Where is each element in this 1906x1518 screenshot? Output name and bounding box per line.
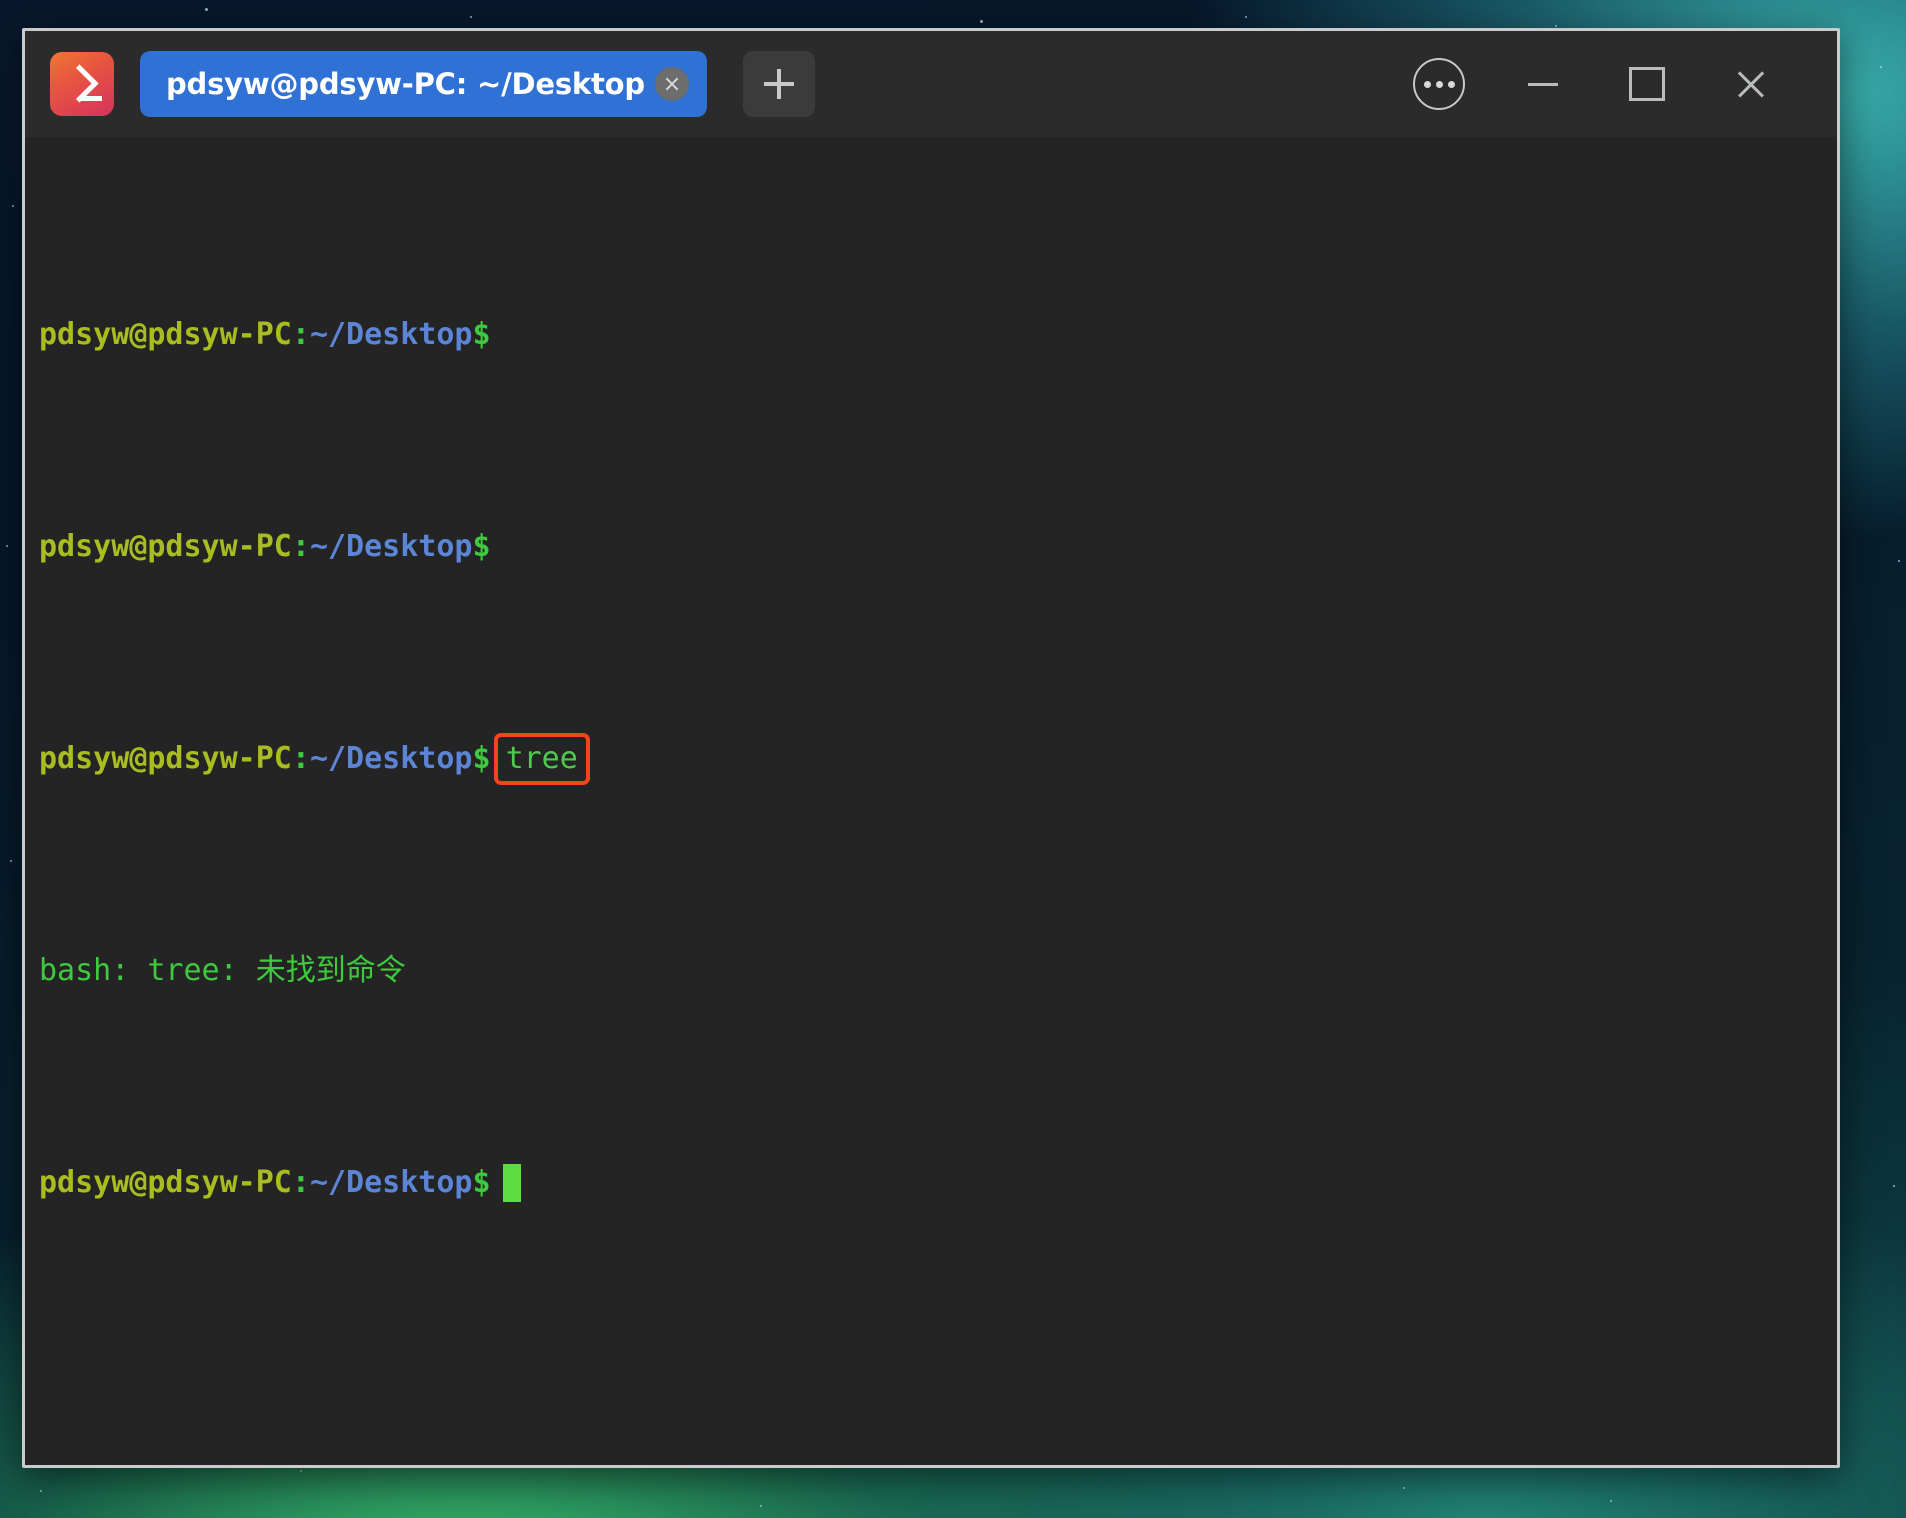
terminal-output-area[interactable]: pdsyw@pdsyw-PC: ~/Desktop $ pdsyw@pdsyw-PC… [25,137,1837,1465]
terminal-window: pdsyw@pdsyw-PC: ~/Desktop pdsyw@pdsyw-PC… [22,28,1840,1468]
prompt-userhost: pdsyw@pdsyw-PC [39,317,292,352]
tab-terminal-session[interactable]: pdsyw@pdsyw-PC: ~/Desktop [140,51,707,117]
new-tab-button[interactable] [742,51,815,117]
tab-title: pdsyw@pdsyw-PC: ~/Desktop [166,67,645,101]
menu-button[interactable] [1387,36,1491,132]
close-icon [1734,67,1768,101]
prompt-symbol: $ [472,1165,491,1200]
underscore-glyph [80,96,102,101]
prompt-colon: : [291,1165,310,1200]
minimize-button[interactable] [1491,36,1595,132]
close-button[interactable] [1699,36,1803,132]
maximize-button[interactable] [1595,36,1699,132]
window-titlebar[interactable]: pdsyw@pdsyw-PC: ~/Desktop [25,31,1837,137]
maximize-icon [1629,67,1665,101]
command-not-found-message: bash: tree: 未找到命令 [39,953,406,988]
terminal-line: pdsyw@pdsyw-PC: ~/Desktop $ [39,520,1837,573]
terminal-line-command: pdsyw@pdsyw-PC: ~/Desktop $ tree [39,732,1837,785]
prompt-userhost: pdsyw@pdsyw-PC [39,1165,292,1200]
prompt-userhost: pdsyw@pdsyw-PC [39,741,292,776]
prompt-path: ~/Desktop [309,529,473,564]
prompt-userhost: pdsyw@pdsyw-PC [39,529,292,564]
terminal-line-output: bash: tree: 未找到命令 [39,944,1837,997]
prompt-symbol: $ [472,529,491,564]
terminal-line: pdsyw@pdsyw-PC: ~/Desktop $ [39,308,1837,361]
more-options-icon [1413,58,1465,110]
prompt-path: ~/Desktop [309,741,473,776]
prompt-colon: : [291,741,310,776]
prompt-path: ~/Desktop [309,1165,473,1200]
prompt-symbol: $ [472,317,491,352]
terminal-prompt-icon [50,52,114,116]
terminal-line-active-prompt: pdsyw@pdsyw-PC: ~/Desktop $ [39,1156,1837,1209]
entered-command-highlight: tree [493,732,590,785]
window-controls [1387,36,1837,132]
text-cursor [502,1163,521,1202]
minimize-icon [1528,82,1558,86]
prompt-path: ~/Desktop [309,317,473,352]
prompt-colon: : [291,317,310,352]
tab-strip: pdsyw@pdsyw-PC: ~/Desktop [140,51,815,117]
tab-close-icon[interactable] [654,67,689,101]
prompt-symbol: $ [472,741,491,776]
prompt-colon: : [291,529,310,564]
